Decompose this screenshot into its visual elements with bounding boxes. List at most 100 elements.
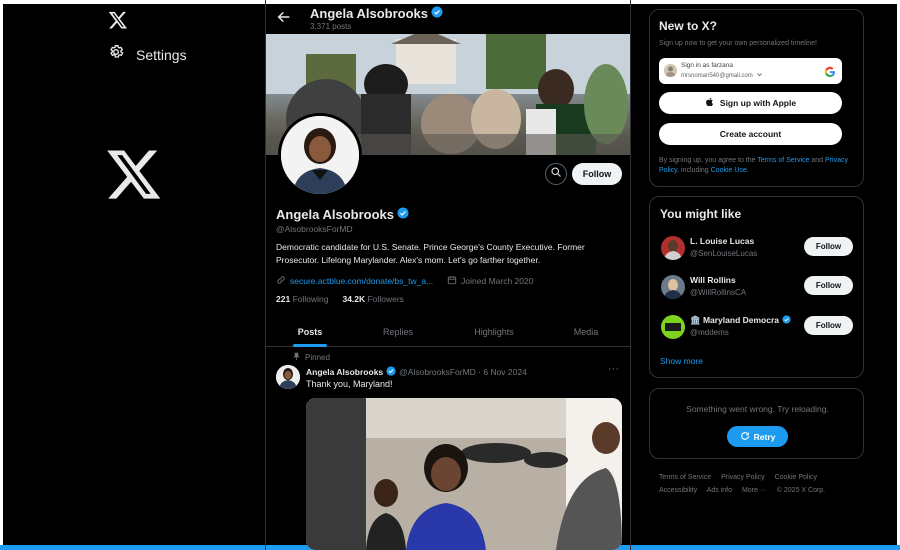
refresh-icon bbox=[740, 431, 750, 443]
chevron-down-icon bbox=[756, 71, 763, 80]
legal-including: , including bbox=[677, 167, 711, 174]
pinned-label: Pinned bbox=[305, 353, 330, 362]
retry-label: Retry bbox=[753, 431, 776, 442]
verified-badge-icon bbox=[431, 6, 443, 21]
profile-website-link[interactable]: secure.actblue.com/donate/bs_tw_a... bbox=[290, 276, 433, 286]
post-handle-date[interactable]: @AlsobrooksForMD · 6 Nov 2024 bbox=[399, 367, 527, 377]
footer-link[interactable]: Terms of Service bbox=[659, 474, 711, 481]
you-might-like-title: You might like bbox=[660, 207, 742, 221]
suggestion-item[interactable]: L. Louise Lucas @SenLouiseLucas Follow bbox=[650, 234, 865, 268]
x-logo-large-icon bbox=[105, 145, 163, 203]
suggestion-handle: @SenLouiseLucas bbox=[690, 249, 758, 258]
new-to-x-title: New to X? bbox=[659, 19, 718, 33]
nav-settings-label: Settings bbox=[136, 46, 187, 63]
post-author-avatar[interactable] bbox=[276, 365, 300, 389]
back-arrow-icon[interactable] bbox=[276, 9, 292, 25]
profile-avatar[interactable] bbox=[278, 113, 362, 197]
suggestion-follow-button[interactable]: Follow bbox=[804, 276, 853, 295]
suggestion-handle: @WillRollinsCA bbox=[690, 288, 747, 297]
google-signin-button[interactable]: Sign in as farzana mrsnoman540@gmail.com bbox=[659, 58, 842, 84]
retry-button[interactable]: Retry bbox=[727, 426, 788, 447]
signup-apple-label: Sign up with Apple bbox=[719, 98, 797, 108]
suggestion-name: L. Louise Lucas bbox=[690, 236, 755, 246]
suggestion-handle: @mddems bbox=[690, 328, 729, 337]
suggestion-name: Will Rollins bbox=[690, 275, 736, 285]
suggestion-avatar bbox=[661, 315, 685, 339]
profile-column: Angela Alsobrooks 3,371 posts Follow Ang… bbox=[265, 0, 631, 550]
following-stat[interactable]: 221 Following bbox=[276, 294, 328, 304]
follow-profile-button[interactable]: Follow bbox=[572, 163, 622, 185]
legal-and: and bbox=[809, 157, 826, 164]
terms-of-service-link[interactable]: Terms of Service bbox=[757, 157, 809, 164]
legal-end: . bbox=[746, 167, 749, 174]
google-logo-icon bbox=[824, 65, 836, 78]
followers-stat[interactable]: 34.2K Followers bbox=[342, 294, 403, 304]
signup-legal-text: By signing up, you agree to the Terms of… bbox=[659, 156, 859, 176]
suggestion-follow-button[interactable]: Follow bbox=[804, 316, 853, 335]
x-logo-icon[interactable] bbox=[108, 10, 128, 30]
following-count: 221 bbox=[276, 294, 291, 304]
site-footer: Terms of Service Privacy Policy Cookie P… bbox=[659, 471, 864, 497]
tab-posts[interactable]: Posts bbox=[266, 317, 354, 347]
profile-name-text: Angela Alsobrooks bbox=[276, 207, 394, 222]
profile-search-button[interactable] bbox=[545, 163, 567, 185]
post-header: Angela Alsobrooks @AlsobrooksForMD · 6 N… bbox=[306, 366, 527, 378]
legal-prefix: By signing up, you agree to the bbox=[659, 157, 758, 164]
post-author-name[interactable]: Angela Alsobrooks bbox=[306, 367, 383, 377]
cookie-use-link[interactable]: Cookie Use bbox=[711, 167, 747, 174]
footer-link[interactable]: Privacy Policy bbox=[721, 474, 765, 481]
tab-highlights[interactable]: Highlights bbox=[448, 317, 540, 347]
suggestion-name: 🏛️ Maryland Democra bbox=[690, 315, 791, 326]
signup-apple-button[interactable]: Sign up with Apple bbox=[659, 92, 842, 114]
link-icon bbox=[276, 275, 286, 287]
suggestion-avatar bbox=[661, 275, 685, 299]
suggestion-item[interactable]: 🏛️ Maryland Democra @mddems Follow bbox=[650, 313, 865, 347]
suggestion-avatar bbox=[661, 236, 685, 260]
tab-media[interactable]: Media bbox=[540, 317, 630, 347]
calendar-icon bbox=[447, 275, 457, 287]
new-to-x-subtitle: Sign up now to get your own personalized… bbox=[659, 40, 817, 47]
followers-label: Followers bbox=[367, 294, 404, 304]
footer-link[interactable]: Ads info bbox=[707, 487, 732, 494]
header-profile-name: Angela Alsobrooks bbox=[310, 6, 443, 21]
header-posts-count: 3,371 posts bbox=[310, 22, 352, 31]
profile-meta: secure.actblue.com/donate/bs_tw_a... Joi… bbox=[276, 275, 533, 287]
google-account-avatar bbox=[664, 64, 677, 77]
google-signin-email-row: mrsnoman540@gmail.com bbox=[681, 71, 763, 80]
profile-name: Angela Alsobrooks bbox=[276, 207, 409, 222]
show-more-link[interactable]: Show more bbox=[660, 356, 703, 366]
post-media-image[interactable] bbox=[306, 398, 622, 550]
header-name-text: Angela Alsobrooks bbox=[310, 6, 428, 21]
window-frame-left bbox=[0, 0, 3, 550]
profile-bio: Democratic candidate for U.S. Senate. Pr… bbox=[276, 242, 585, 265]
google-signin-email: mrsnoman540@gmail.com bbox=[681, 72, 753, 79]
footer-link[interactable]: Accessibility bbox=[659, 487, 697, 494]
profile-tabs: Posts Replies Highlights Media bbox=[266, 317, 630, 347]
error-message: Something went wrong. Try reloading. bbox=[686, 404, 829, 414]
create-account-button[interactable]: Create account bbox=[659, 123, 842, 145]
apple-logo-icon bbox=[705, 97, 715, 109]
profile-handle: @AlsobrooksForMD bbox=[276, 224, 353, 234]
followers-count: 34.2K bbox=[342, 294, 366, 304]
pinned-indicator: Pinned bbox=[292, 352, 330, 363]
profile-stats: 221 Following 34.2K Followers bbox=[276, 294, 404, 304]
suggestion-name-text: 🏛️ Maryland Democra bbox=[690, 315, 780, 325]
post-text: Thank you, Maryland! bbox=[306, 379, 393, 389]
footer-link[interactable]: More ··· bbox=[742, 487, 767, 494]
gear-icon bbox=[108, 44, 124, 65]
footer-link[interactable]: Cookie Policy bbox=[775, 474, 817, 481]
pin-icon bbox=[292, 352, 301, 363]
suggestion-follow-button[interactable]: Follow bbox=[804, 237, 853, 256]
new-to-x-card: New to X? Sign up now to get your own pe… bbox=[649, 9, 864, 187]
post-more-options[interactable]: ··· bbox=[608, 363, 619, 375]
you-might-like-card: You might like L. Louise Lucas @SenLouis… bbox=[649, 196, 864, 378]
nav-settings[interactable]: Settings bbox=[108, 44, 187, 65]
profile-joined-date: Joined March 2020 bbox=[461, 276, 534, 286]
verified-badge-icon bbox=[386, 366, 396, 378]
tab-replies[interactable]: Replies bbox=[354, 317, 442, 347]
error-card: Something went wrong. Try reloading. Ret… bbox=[649, 388, 864, 459]
following-label: Following bbox=[292, 294, 329, 304]
active-tab-indicator bbox=[293, 344, 327, 347]
verified-badge-icon bbox=[397, 207, 409, 222]
suggestion-item[interactable]: Will Rollins @WillRollinsCA Follow bbox=[650, 273, 865, 307]
